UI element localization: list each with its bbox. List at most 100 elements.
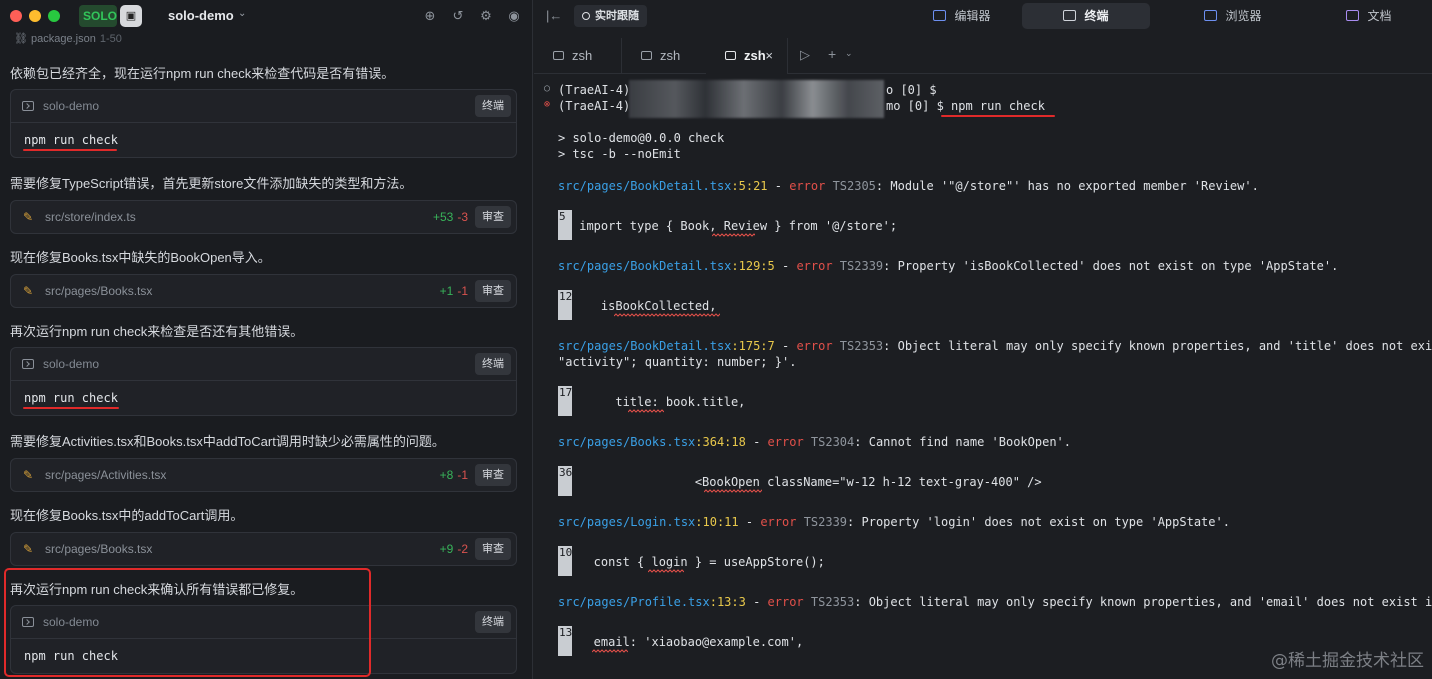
error-message: : Module '"@/store"' has no exported mem… (875, 179, 1259, 193)
script-line: > tsc -b --noEmit (558, 147, 681, 161)
tab-editor[interactable]: 编辑器 (917, 3, 1007, 29)
line-number-gutter: 13 (558, 626, 572, 656)
open-terminal-button[interactable]: 终端 (475, 95, 511, 117)
error-line: src/pages/Books.tsx:364:18 - error TS230… (558, 434, 1071, 450)
error-message-cont: "activity"; quantity: number; }'. (558, 355, 797, 369)
source-code: import type { Book, Review } from '@/sto… (572, 219, 898, 233)
live-follow-label: 实时跟随 (595, 10, 639, 22)
file-edit-card[interactable]: ✎ src/pages/Books.tsx +1 -1 审查 (10, 274, 517, 308)
error-squiggle (628, 409, 664, 413)
source-code: const { login } = useAppStore(); (572, 555, 825, 569)
workspace-panel: |← 实时跟随 编辑器 终端 浏览器 文档 zsh zsh zsh × ▷ + … (534, 0, 1432, 679)
history-icon[interactable]: ↺ (450, 8, 466, 24)
tab-browser-label: 浏览器 (1225, 9, 1262, 23)
error-line: "activity"; quantity: number; }'. (558, 354, 796, 370)
chevron-down-icon[interactable]: ⌄ (845, 48, 853, 59)
assistant-message: 依赖包已经齐全，现在运行npm run check来检查代码是否有错误。 (10, 66, 395, 81)
terminal-tab-2[interactable]: zsh (622, 38, 708, 74)
live-follow-button[interactable]: 实时跟随 (574, 5, 647, 27)
account-icon[interactable]: ◉ (506, 8, 522, 24)
annotation-highlight-box (4, 568, 371, 677)
error-separator: - (774, 259, 797, 273)
file-edit-card[interactable]: ✎ src/store/index.ts +53 -3 审查 (10, 200, 517, 234)
project-name[interactable]: solo-demo (168, 8, 234, 23)
error-location: :13:3 (709, 595, 746, 609)
line-number-gutter: 10 (558, 546, 572, 576)
file-path: src/pages/Books.tsx (45, 284, 153, 298)
command-card-title: solo-demo (43, 99, 100, 113)
script-line: > tsc -b --noEmit (558, 146, 681, 162)
assistant-message: 再次运行npm run check来检查是否还有其他错误。 (10, 324, 304, 339)
error-line: src/pages/BookDetail.tsx:175:7 - error T… (558, 338, 1432, 354)
lines-added: +1 (439, 284, 454, 298)
review-button[interactable]: 审查 (475, 206, 511, 228)
assistant-message: 需要修复Activities.tsx和Books.tsx中addToCart调用… (10, 434, 445, 449)
file-reference[interactable]: ⛓ package.json 1-50 (14, 32, 122, 45)
error-separator: - (774, 339, 797, 353)
error-line: src/pages/Login.tsx:10:11 - error TS2339… (558, 514, 1230, 530)
close-window-button[interactable] (10, 10, 22, 22)
source-code: title: book.title, (572, 395, 746, 409)
terminal-output[interactable]: ○ ⊗ (TraeAI-4) o [0] $ (TraeAI-4) mo [0] $ np… (534, 80, 1432, 679)
docs-icon (1346, 10, 1360, 21)
review-button[interactable]: 审查 (475, 464, 511, 486)
close-icon[interactable]: × (765, 38, 773, 74)
command-card-header: solo-demo 终端 (11, 348, 516, 380)
line-number-gutter: 5 (558, 210, 572, 240)
source-line: isBookCollected, (572, 298, 717, 314)
minimize-window-button[interactable] (29, 10, 41, 22)
terminal-icon (22, 101, 34, 111)
solo-mode-icon[interactable]: ▣ (120, 5, 142, 27)
review-button[interactable]: 审查 (475, 538, 511, 560)
review-button[interactable]: 审查 (475, 280, 511, 302)
file-name: package.json (31, 33, 96, 45)
line-range: 1-50 (99, 33, 122, 45)
link-icon: ⛓ (14, 33, 28, 45)
browser-icon (1204, 10, 1218, 21)
annotation-underline (23, 149, 117, 151)
source-line: <BookOpen className="w-12 h-12 text-gray… (572, 474, 1042, 490)
maximize-window-button[interactable] (48, 10, 60, 22)
file-edit-card[interactable]: ✎ src/pages/Books.tsx +9 -2 审查 (10, 532, 517, 566)
error-line: src/pages/Profile.tsx:13:3 - error TS235… (558, 594, 1432, 610)
plus-icon[interactable]: + (828, 46, 836, 62)
file-edit-card[interactable]: ✎ src/pages/Activities.tsx +8 -1 审查 (10, 458, 517, 492)
open-terminal-button[interactable]: 终端 (475, 353, 511, 375)
error-separator: - (738, 515, 761, 529)
gear-icon[interactable]: ⚙ (478, 8, 494, 24)
tab-docs-label: 文档 (1367, 9, 1392, 23)
terminal-icon (553, 51, 564, 60)
file-path: src/store/index.ts (45, 210, 136, 224)
prompt-tail: mo [0] $ (886, 99, 952, 113)
new-chat-icon[interactable]: ⊕ (422, 8, 438, 24)
tab-terminal[interactable]: 终端 (1022, 3, 1150, 29)
play-icon[interactable]: ▷ (800, 47, 810, 63)
terminal-icon (22, 359, 34, 369)
diff-stats: +53 -3 (433, 210, 468, 224)
collapse-sidebar-icon[interactable]: |← (546, 8, 562, 23)
error-squiggle (614, 313, 720, 317)
prompt-line: o [0] $ (886, 82, 937, 98)
prompt-status-icon: ○ (544, 83, 551, 94)
error-level: error (789, 179, 826, 193)
open-terminal-button[interactable]: 终端 (475, 611, 511, 633)
command-card-title: solo-demo (43, 357, 100, 371)
lines-added: +8 (439, 468, 454, 482)
error-location: :175:7 (731, 339, 775, 353)
solo-badge[interactable]: SOLO (79, 5, 117, 27)
edit-file-icon: ✎ (23, 284, 34, 298)
chevron-down-icon[interactable]: ⌄ (238, 8, 246, 19)
error-code: TS2305 (832, 179, 876, 193)
error-separator: - (745, 435, 768, 449)
terminal-tab-3[interactable]: zsh × (706, 38, 788, 74)
error-location: :364:18 (695, 435, 746, 449)
prompt-host: (TraeAI-4) (558, 99, 631, 113)
tab-docs[interactable]: 文档 (1329, 3, 1409, 29)
error-separator: - (767, 179, 790, 193)
terminal-tab-1[interactable]: zsh (534, 38, 622, 74)
lines-removed: -1 (457, 284, 468, 298)
tab-browser[interactable]: 浏览器 (1188, 3, 1278, 29)
error-file-path: src/pages/Books.tsx (558, 435, 696, 449)
error-code: TS2304 (810, 435, 855, 449)
error-level: error (767, 435, 804, 449)
